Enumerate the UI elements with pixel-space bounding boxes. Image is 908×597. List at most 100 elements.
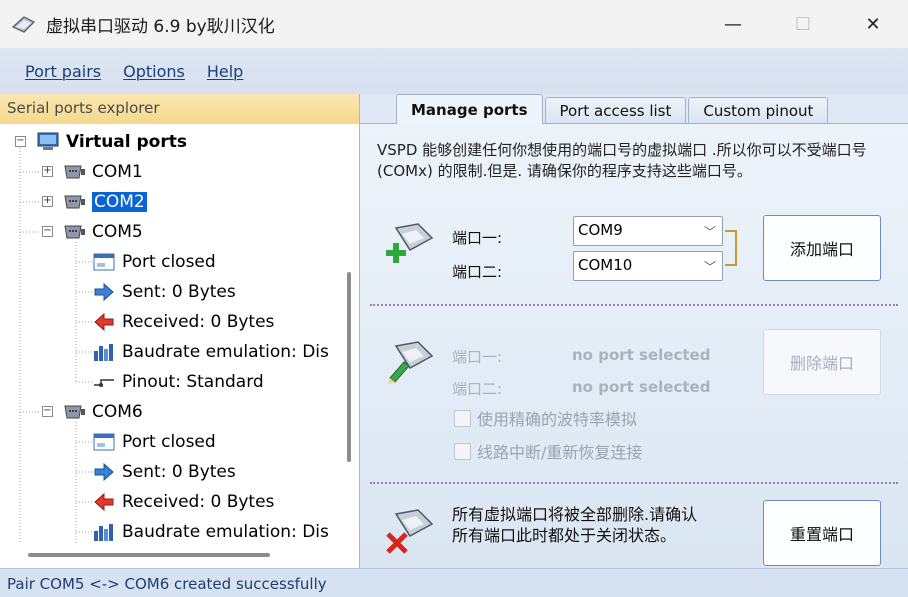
com5-port-status-label: Port closed	[122, 252, 216, 272]
com6-sent-label: Sent: 0 Bytes	[122, 462, 236, 482]
maximize-button[interactable]: ☐	[768, 0, 838, 48]
reconnect-checkbox[interactable]: 线路中断/重新恢复连接	[454, 439, 642, 463]
bar-chart-icon	[94, 524, 113, 541]
chevron-down-icon: ﹀	[703, 260, 716, 274]
tab-manage-ports[interactable]: Manage ports	[396, 94, 543, 124]
pair-bracket	[725, 230, 737, 266]
tab-port-access-list[interactable]: Port access list	[544, 97, 687, 123]
com6-received-label: Received: 0 Bytes	[122, 492, 275, 512]
delete-port-pair-icon	[388, 341, 434, 384]
reset-description: 所有虚拟端口将被全部删除.请确认所有端口此时都处于关闭状态。	[452, 505, 698, 545]
checkbox-box	[454, 442, 471, 460]
arrow-right-icon	[94, 462, 114, 482]
close-button[interactable]: ✕	[838, 0, 908, 48]
tree-item-com2[interactable]: COM2	[62, 187, 147, 217]
status-bar: Pair COM5 <-> COM6 created successfully	[0, 568, 908, 597]
com6-baudrate-label: Baudrate emulation: Dis	[122, 522, 329, 542]
tree-item-com6-label: COM6	[92, 402, 143, 422]
right-panel: Manage ports Port access list Custom pin…	[360, 94, 908, 568]
com6-expander[interactable]: −	[42, 406, 53, 417]
title-bar: 虚拟串口驱动 6.9 by耿川汉化 — ☐ ✕	[0, 0, 908, 48]
root-expander[interactable]: −	[15, 136, 26, 147]
bar-chart-icon	[94, 344, 113, 361]
com6-port-status-label: Port closed	[122, 432, 216, 452]
com6-received[interactable]: Received: 0 Bytes	[92, 487, 274, 517]
vertical-scroll-thumb[interactable]	[347, 272, 351, 462]
ports-tree[interactable]: − Virtual ports + COM1 + COM2 − COM5 Por…	[0, 124, 334, 544]
computer-icon	[37, 132, 59, 150]
serial-port-icon	[64, 405, 85, 419]
com6-baudrate[interactable]: Baudrate emulation: Dis	[92, 517, 329, 544]
window-icon	[93, 433, 115, 451]
tree-item-com1[interactable]: COM1	[62, 157, 143, 187]
reset-ports-icon	[386, 509, 434, 554]
menu-help[interactable]: Help	[207, 62, 243, 81]
com6-port-status[interactable]: Port closed	[92, 427, 216, 457]
reconnect-label: 线路中断/重新恢复连接	[477, 443, 643, 462]
tree-item-com5-label: COM5	[92, 222, 143, 242]
separator	[370, 304, 898, 306]
com5-baudrate[interactable]: Baudrate emulation: Dis	[92, 337, 329, 367]
add-pair-button[interactable]: 添加端口	[763, 215, 881, 281]
com5-baudrate-label: Baudrate emulation: Dis	[122, 342, 329, 362]
menu-options[interactable]: Options	[123, 62, 185, 81]
com5-port-status[interactable]: Port closed	[92, 247, 216, 277]
arrow-left-icon	[94, 492, 114, 512]
remove-port2-label: 端口二:	[452, 380, 503, 398]
arrow-left-icon	[94, 312, 114, 332]
manage-ports-content: VSPD 能够创建任何你想使用的端口号的虚拟端口 .所以你可以不受端口号(COM…	[360, 124, 908, 568]
arrow-right-icon	[94, 282, 114, 302]
com5-sent[interactable]: Sent: 0 Bytes	[92, 277, 236, 307]
com5-received[interactable]: Received: 0 Bytes	[92, 307, 274, 337]
horizontal-scroll-thumb[interactable]	[28, 553, 270, 557]
delete-pair-button[interactable]: 删除端口	[763, 329, 881, 395]
reset-ports-button[interactable]: 重置端口	[763, 500, 881, 566]
pinout-icon	[94, 379, 114, 387]
tree-root-label: Virtual ports	[66, 132, 187, 152]
serial-ports-explorer: Serial ports explorer − Virtual ports + …	[0, 94, 360, 568]
tab-strip: Manage ports Port access list Custom pin…	[360, 94, 908, 124]
window-icon	[93, 253, 115, 271]
checkbox-box	[454, 409, 471, 427]
com5-expander[interactable]: −	[42, 226, 53, 237]
chevron-down-icon: ﹀	[703, 225, 716, 239]
port2-select[interactable]: COM10 ﹀	[573, 251, 723, 281]
com6-sent[interactable]: Sent: 0 Bytes	[92, 457, 236, 487]
com5-pinout-label: Pinout: Standard	[122, 372, 264, 392]
com2-expander[interactable]: +	[42, 196, 53, 207]
minimize-button[interactable]: —	[698, 0, 768, 48]
tree-item-com5[interactable]: COM5	[62, 217, 143, 247]
remove-port2-value: no port selected	[572, 378, 711, 396]
menu-bar: Port pairs Options Help	[0, 48, 908, 94]
tree-item-com2-label: COM2	[92, 192, 147, 212]
port1-select[interactable]: COM9 ﹀	[573, 216, 723, 246]
add-port1-label: 端口一:	[452, 229, 503, 247]
serial-port-icon	[64, 195, 85, 209]
tree-item-com6[interactable]: COM6	[62, 397, 143, 427]
app-icon	[11, 16, 36, 33]
com5-sent-label: Sent: 0 Bytes	[122, 282, 236, 302]
remove-port1-label: 端口一:	[452, 348, 503, 366]
strict-baudrate-checkbox[interactable]: 使用精确的波特率模拟	[454, 406, 637, 430]
com5-received-label: Received: 0 Bytes	[122, 312, 275, 332]
strict-baudrate-label: 使用精确的波特率模拟	[477, 410, 638, 429]
tree-vertical-scrollbar[interactable]	[344, 124, 358, 544]
add-port2-label: 端口二:	[452, 263, 503, 281]
tab-custom-pinout[interactable]: Custom pinout	[688, 97, 829, 123]
tree-root[interactable]: Virtual ports	[36, 127, 187, 157]
com1-expander[interactable]: +	[42, 166, 53, 177]
add-port-pair-icon	[386, 223, 434, 263]
manage-description: VSPD 能够创建任何你想使用的端口号的虚拟端口 .所以你可以不受端口号(COM…	[377, 141, 867, 180]
separator	[370, 482, 898, 484]
serial-port-icon	[64, 165, 85, 179]
explorer-header: Serial ports explorer	[0, 94, 359, 124]
tree-item-com1-label: COM1	[92, 162, 143, 182]
tree-horizontal-scrollbar[interactable]	[0, 546, 340, 564]
port1-select-value: COM9	[578, 221, 623, 239]
window-title: 虚拟串口驱动 6.9 by耿川汉化	[46, 16, 275, 37]
menu-port-pairs[interactable]: Port pairs	[25, 62, 101, 81]
remove-port1-value: no port selected	[572, 346, 711, 364]
serial-port-icon	[64, 225, 85, 239]
port2-select-value: COM10	[578, 256, 633, 274]
com5-pinout[interactable]: Pinout: Standard	[92, 367, 264, 397]
